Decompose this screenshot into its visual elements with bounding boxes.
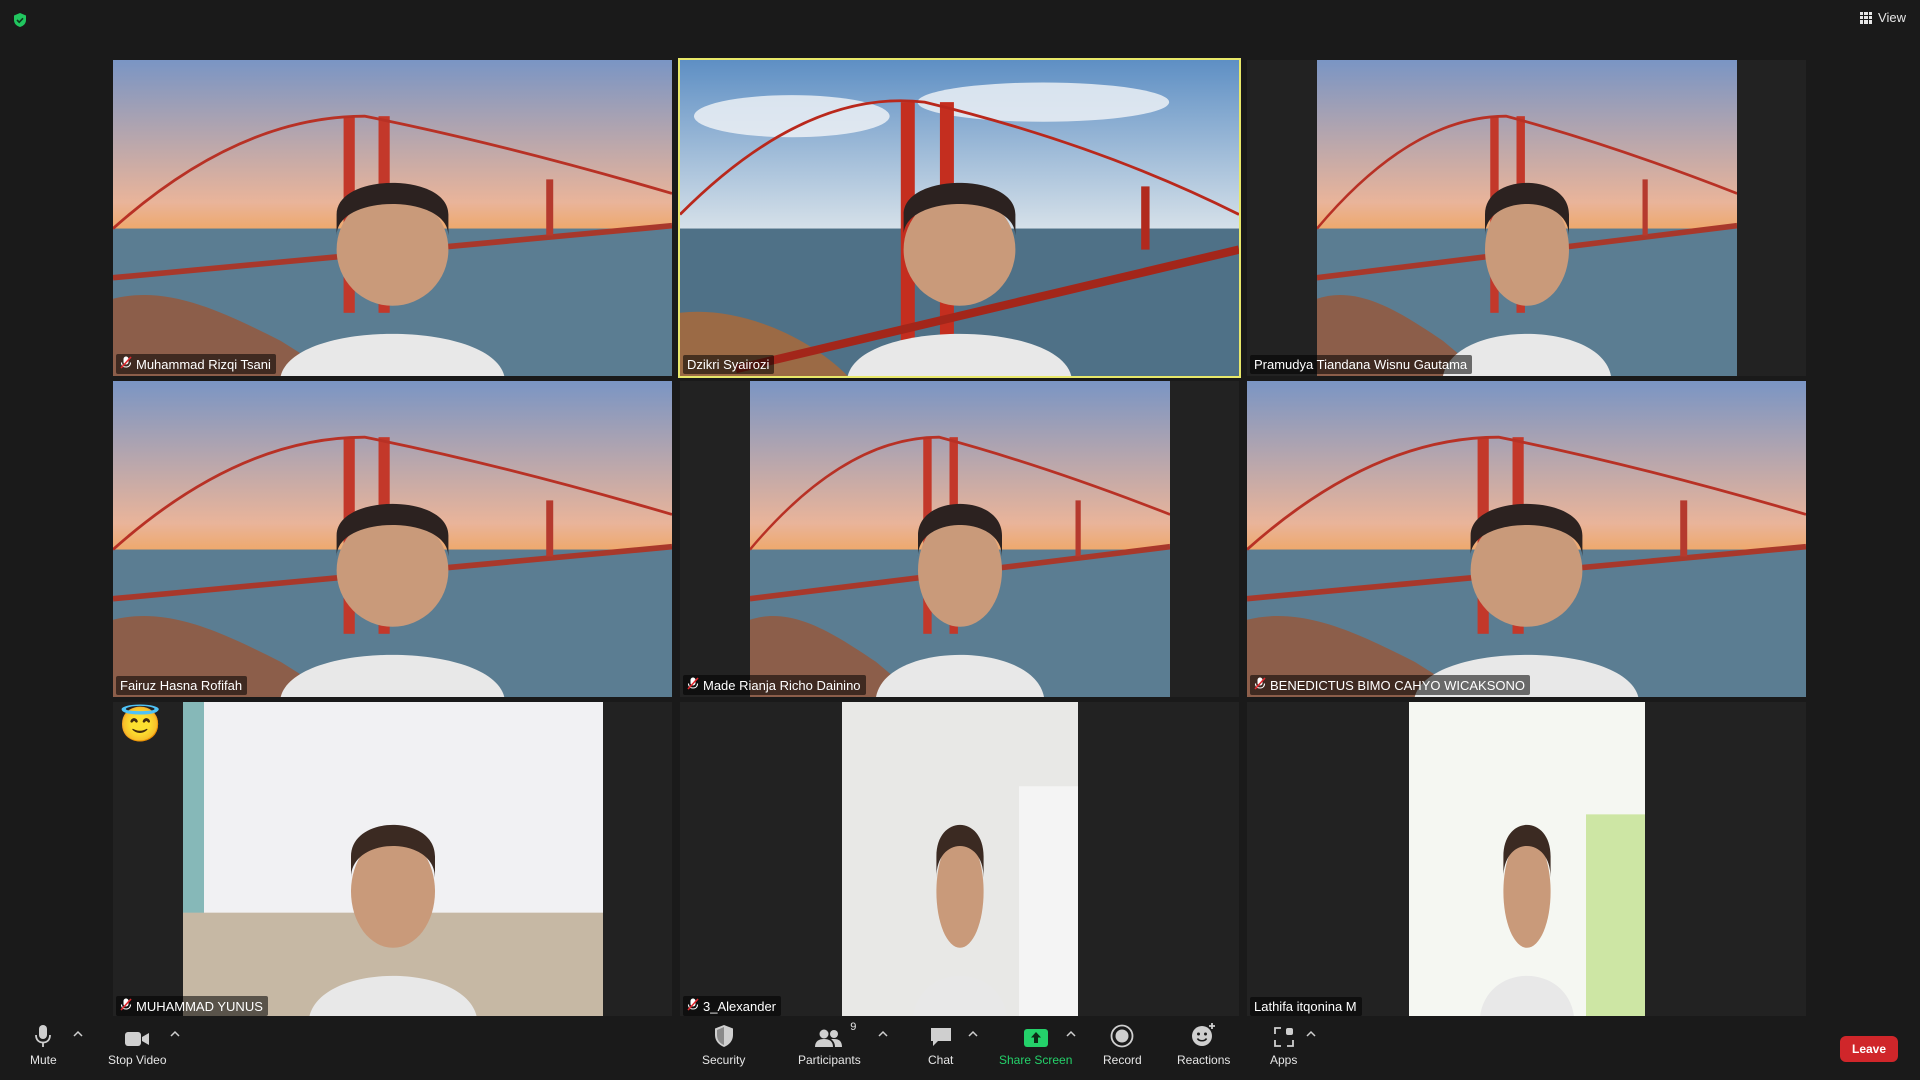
chat-options-caret[interactable] xyxy=(968,1030,978,1038)
participant-name-tag: BENEDICTUS BIMO CAHYO WICAKSONO xyxy=(1250,675,1530,695)
microphone-icon xyxy=(34,1022,52,1048)
muted-microphone-icon xyxy=(687,998,699,1014)
reactions-label: Reactions xyxy=(1177,1053,1231,1067)
share-screen-button[interactable]: Share Screen xyxy=(999,1022,1072,1067)
share-screen-label: Share Screen xyxy=(999,1053,1073,1067)
participants-options-caret[interactable] xyxy=(878,1030,888,1038)
reactions-smiley-icon xyxy=(1191,1022,1217,1048)
reactions-button[interactable]: Reactions xyxy=(1177,1022,1230,1067)
meeting-toolbar: Mute Stop Video Security 9 Participants … xyxy=(0,1016,1920,1080)
encryption-shield-icon[interactable] xyxy=(12,12,28,28)
share-options-caret[interactable] xyxy=(1066,1030,1076,1038)
participant-tile[interactable]: Dzikri Syairozi xyxy=(678,58,1241,378)
participant-name: Muhammad Rizqi Tsani xyxy=(136,356,271,372)
participants-count-badge: 9 xyxy=(850,1021,857,1033)
participant-name: Lathifa itqonina M xyxy=(1254,999,1357,1014)
participant-name: MUHAMMAD YUNUS xyxy=(136,998,263,1014)
participant-tile[interactable]: Muhammad Rizqi Tsani xyxy=(113,60,672,376)
muted-microphone-icon xyxy=(120,356,132,372)
participant-video xyxy=(1317,60,1737,376)
top-bar: View xyxy=(0,0,1920,40)
audio-options-caret[interactable] xyxy=(73,1030,83,1038)
participant-tile[interactable]: Lathifa itqonina M xyxy=(1247,702,1806,1018)
participant-name-tag: Muhammad Rizqi Tsani xyxy=(116,354,276,374)
apps-button[interactable]: Apps xyxy=(1270,1022,1297,1067)
apps-icon xyxy=(1273,1022,1295,1048)
security-button[interactable]: Security xyxy=(702,1022,745,1067)
participant-video xyxy=(1409,702,1645,1018)
mute-label: Mute xyxy=(30,1053,57,1067)
participant-video xyxy=(113,60,672,376)
record-label: Record xyxy=(1103,1053,1142,1067)
apps-options-caret[interactable] xyxy=(1306,1030,1316,1038)
participant-name: Made Rianja Richo Dainino xyxy=(703,677,861,693)
chat-label: Chat xyxy=(928,1053,954,1067)
video-camera-icon xyxy=(124,1022,150,1048)
muted-microphone-icon xyxy=(120,998,132,1014)
participant-name: Pramudya Tiandana Wisnu Gautama xyxy=(1254,357,1468,372)
participant-video xyxy=(1247,381,1806,697)
video-options-caret[interactable] xyxy=(170,1030,180,1038)
participant-tile[interactable]: 😇 MUHAMMAD YUNUS xyxy=(113,702,672,1018)
participant-tile[interactable]: 3_Alexander xyxy=(680,702,1239,1018)
participant-video xyxy=(113,381,672,697)
participants-button[interactable]: 9 Participants xyxy=(798,1021,861,1067)
participants-label: Participants xyxy=(798,1053,861,1067)
participant-name: Fairuz Hasna Rofifah xyxy=(120,678,243,693)
participant-video xyxy=(842,702,1078,1018)
view-label: View xyxy=(1878,10,1906,25)
participant-name: BENEDICTUS BIMO CAHYO WICAKSONO xyxy=(1270,677,1525,693)
leave-button[interactable]: Leave xyxy=(1840,1036,1898,1062)
chat-bubble-icon xyxy=(929,1022,953,1048)
participant-name-tag: Made Rianja Richo Dainino xyxy=(683,675,866,695)
participants-icon: 9 xyxy=(814,1021,856,1048)
participant-name: 3_Alexander xyxy=(703,998,776,1014)
record-button[interactable]: Record xyxy=(1103,1022,1142,1067)
muted-microphone-icon xyxy=(1254,677,1266,693)
participant-tile[interactable]: Pramudya Tiandana Wisnu Gautama xyxy=(1247,60,1806,376)
participant-tile[interactable]: BENEDICTUS BIMO CAHYO WICAKSONO xyxy=(1247,381,1806,697)
chat-button[interactable]: Chat xyxy=(928,1022,953,1067)
view-button[interactable]: View xyxy=(1860,10,1906,25)
mute-button[interactable]: Mute xyxy=(30,1022,57,1067)
participant-name-tag: Lathifa itqonina M xyxy=(1250,997,1362,1016)
participant-tile[interactable]: Fairuz Hasna Rofifah xyxy=(113,381,672,697)
participant-name-tag: 3_Alexander xyxy=(683,996,781,1016)
participant-name: Dzikri Syairozi xyxy=(687,357,770,372)
participant-name-tag: Fairuz Hasna Rofifah xyxy=(116,676,248,695)
participant-name-tag: MUHAMMAD YUNUS xyxy=(116,996,268,1016)
smiling-face-with-halo-icon: 😇 xyxy=(119,706,162,744)
record-icon xyxy=(1110,1022,1134,1048)
stop-video-label: Stop Video xyxy=(108,1053,167,1067)
muted-microphone-icon xyxy=(687,677,699,693)
participant-name-tag: Pramudya Tiandana Wisnu Gautama xyxy=(1250,355,1473,374)
security-shield-icon xyxy=(714,1022,734,1048)
participant-video xyxy=(750,381,1170,697)
participant-tile[interactable]: Made Rianja Richo Dainino xyxy=(680,381,1239,697)
participant-name-tag: Dzikri Syairozi xyxy=(683,355,775,374)
stop-video-button[interactable]: Stop Video xyxy=(108,1022,167,1067)
participant-video xyxy=(680,60,1239,376)
grid-view-icon xyxy=(1860,11,1873,24)
share-screen-icon xyxy=(1023,1022,1049,1048)
video-gallery: Muhammad Rizqi Tsani Dzikri Syairozi Pra… xyxy=(113,58,1807,1018)
apps-label: Apps xyxy=(1270,1053,1298,1067)
security-label: Security xyxy=(702,1053,746,1067)
participant-video xyxy=(183,702,603,1018)
